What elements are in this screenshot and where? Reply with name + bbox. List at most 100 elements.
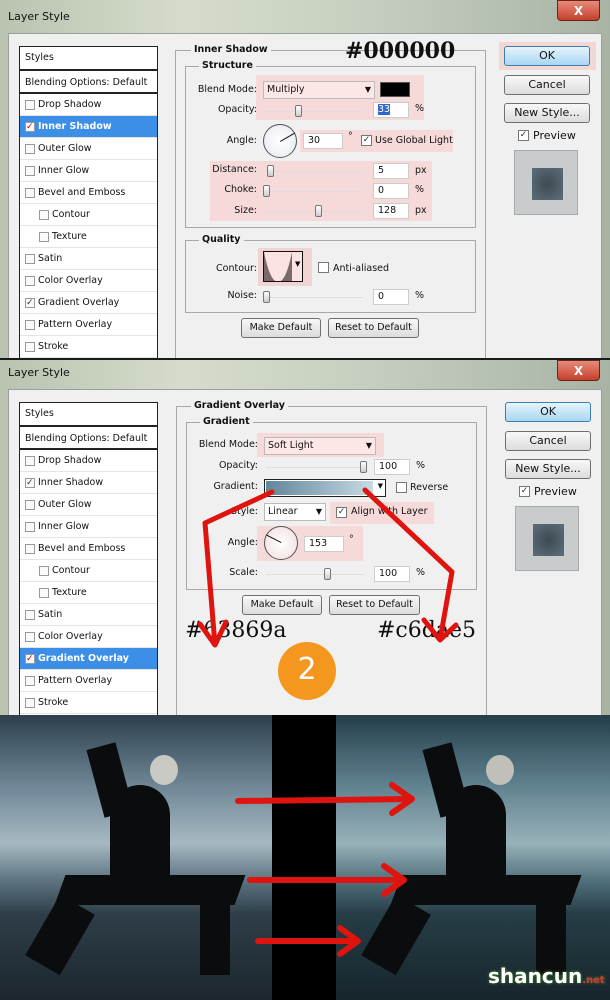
choke-label: Choke: [224,184,257,195]
ok-button[interactable]: OK [505,402,591,422]
preview-checkbox[interactable]: ✓ [519,486,530,497]
arrow-right-icon [247,863,407,897]
svg-text:▼: ▼ [295,260,301,268]
style-item-label: Drop Shadow [38,99,102,110]
style-item-outer-glow[interactable]: Outer Glow [20,138,157,160]
choke-input[interactable]: 0 [373,183,409,199]
angle-label: Angle: [226,135,257,146]
new-style-button[interactable]: New Style... [504,103,590,123]
style-checkbox[interactable] [25,276,35,286]
size-slider[interactable] [265,205,363,217]
contour-label: Contour: [216,263,257,274]
opacity-label: Opacity: [217,104,257,115]
preview-checkbox[interactable]: ✓ [518,130,529,141]
style-item-label: Texture [52,231,87,242]
opacity-unit: % [415,103,425,114]
new-style-button[interactable]: New Style... [505,459,591,479]
close-button[interactable]: X [557,0,600,21]
style-item-texture[interactable]: Texture [20,226,157,248]
preview-label: Preview [533,129,576,142]
blend-mode-select[interactable]: Multiply ▼ [263,81,375,99]
color-annotation: #000000 [345,38,456,64]
contour-picker[interactable]: ▼ [263,251,303,282]
cancel-button[interactable]: Cancel [505,431,591,451]
style-item-label: Outer Glow [38,143,92,154]
anti-aliased-label: Anti-aliased [333,263,390,274]
arrow-to-start-color [197,489,275,648]
style-item-label: Satin [38,253,63,264]
style-checkbox[interactable] [39,210,49,220]
watermark-brand: shancun [488,964,583,988]
group-title: Inner Shadow [191,44,271,55]
noise-slider[interactable] [263,291,363,303]
distance-unit: px [415,165,427,176]
style-checkbox[interactable] [25,144,35,154]
style-item-label: Inner Glow [38,165,90,176]
style-checkbox[interactable] [25,166,35,176]
watermark-logo: shancun.net [488,964,605,988]
style-item-bevel-and-emboss[interactable]: Bevel and Emboss [20,182,157,204]
opacity-value: 33 [378,104,391,115]
arrow-right-icon [255,925,361,957]
style-checkbox[interactable] [25,254,35,264]
style-item-stroke[interactable]: Stroke [20,336,157,358]
noise-unit: % [415,290,425,301]
style-item-label: Stroke [38,341,69,352]
arrow-right-icon [235,782,415,816]
anti-aliased-checkbox[interactable] [318,262,329,273]
cancel-button[interactable]: Cancel [504,75,590,95]
quality-title: Quality [199,234,244,245]
style-item-inner-glow[interactable]: Inner Glow [20,160,157,182]
style-item-label: Pattern Overlay [38,319,113,330]
style-item-drop-shadow[interactable]: Drop Shadow [20,94,157,116]
style-item-satin[interactable]: Satin [20,248,157,270]
style-checkbox[interactable] [25,320,35,330]
style-checkbox[interactable] [25,188,35,198]
style-item-inner-shadow[interactable]: ✓ Inner Shadow [20,116,157,138]
distance-input[interactable]: 5 [373,163,409,179]
angle-input[interactable]: 30 [303,133,343,149]
layer-style-dialog-inner-shadow: Layer Style X Styles Blending Options: De… [0,0,610,358]
style-checkbox[interactable]: ✓ [25,298,35,308]
style-item-gradient-overlay[interactable]: ✓ Gradient Overlay [20,292,157,314]
angle-dial[interactable] [263,124,297,158]
size-unit: px [415,205,427,216]
noise-input[interactable]: 0 [373,289,409,305]
style-checkbox[interactable] [25,100,35,110]
dialog-title: Layer Style [8,10,70,23]
style-item-pattern-overlay[interactable]: Pattern Overlay [20,314,157,336]
structure-title: Structure [199,60,256,71]
use-global-light-label: Use Global Light [375,135,453,146]
opacity-input[interactable]: 33 [373,102,409,118]
size-label: Size: [234,205,257,216]
degree-symbol: ° [348,131,353,142]
choke-unit: % [415,184,425,195]
blending-options-item[interactable]: Blending Options: Default [20,72,157,94]
size-input[interactable]: 128 [373,203,409,219]
layer-style-dialog-gradient-overlay: Layer Style X Styles Blending Options: De… [0,360,610,716]
style-checkbox[interactable]: ✓ [25,122,35,132]
style-checkbox[interactable] [25,342,35,352]
opacity-slider[interactable] [265,105,363,117]
reset-to-default-button[interactable]: Reset to Default [328,318,419,338]
style-item-color-overlay[interactable]: Color Overlay [20,270,157,292]
style-item-label: Blending Options: Default [25,77,148,88]
arrow-to-end-color [362,487,459,643]
make-default-button[interactable]: Make Default [241,318,321,338]
shadow-color-swatch[interactable] [380,82,410,97]
choke-slider[interactable] [263,185,363,197]
styles-header[interactable]: Styles [20,47,157,71]
preview-thumbnail [514,150,578,215]
style-item-label: Inner Shadow [38,121,112,132]
use-global-light-checkbox[interactable]: ✓ [361,135,372,146]
preview-label: Preview [534,485,577,498]
style-checkbox[interactable] [39,232,49,242]
quality-box [185,240,476,313]
style-item-contour[interactable]: Contour [20,204,157,226]
style-item-label: Color Overlay [38,275,103,286]
noise-label: Noise: [227,290,257,301]
watermark-suffix: .net [582,975,605,986]
preview-thumbnail [515,506,579,571]
distance-slider[interactable] [265,165,363,177]
ok-button[interactable]: OK [504,46,590,66]
